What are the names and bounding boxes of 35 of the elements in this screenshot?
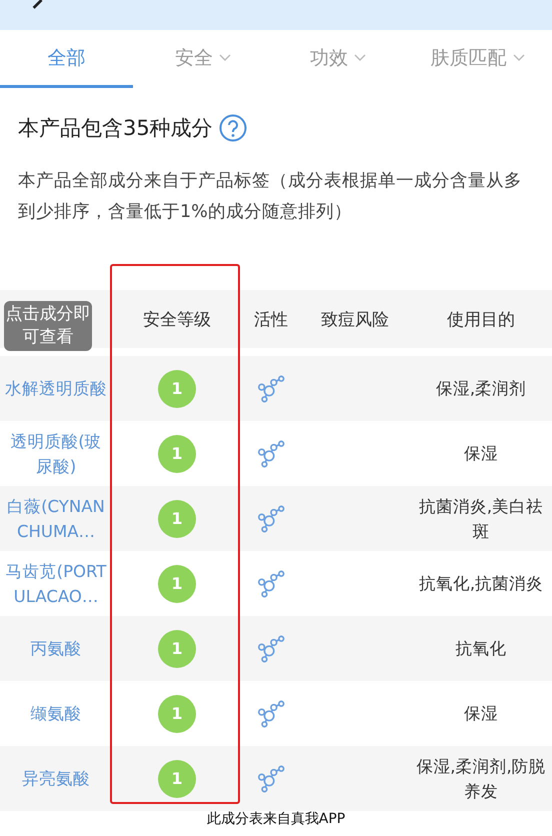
column-header: 致痘风险 (320, 308, 390, 332)
ingredient-link[interactable]: 白薇(CYNANCHUMA… (0, 494, 112, 544)
ingredient-link[interactable]: 马齿苋(PORTULACAO… (0, 558, 112, 608)
safety-badge: 1 (158, 760, 196, 798)
ingredient-link[interactable]: 丙氨酸 (26, 636, 86, 661)
purpose-text: 保湿,柔润剂 (434, 378, 528, 400)
ingredient-link[interactable]: 缬氨酸 (26, 701, 86, 726)
ingredient-link[interactable]: 水解透明质酸 (1, 376, 111, 401)
safety-badge: 1 (158, 564, 196, 602)
purpose-text: 抗氧化 (454, 638, 508, 660)
purpose-text: 保湿,柔润剂,防脱养发 (415, 756, 547, 802)
ingredient-link[interactable]: 异亮氨酸 (18, 766, 94, 791)
ingredient-link[interactable]: 透明质酸(玻尿酸) (0, 428, 112, 478)
column-header: 活性 (253, 308, 289, 332)
tab[interactable]: 全部 (0, 30, 133, 88)
safety-badge: 1 (158, 630, 196, 668)
footer-text: 此成分表来自真我APP (206, 811, 346, 828)
purpose-text: 保湿 (463, 443, 499, 465)
purpose-text: 抗氧化,抗菌消炎 (418, 573, 544, 595)
safety-badge: 1 (158, 694, 196, 732)
description-text: 本产品全部成分来自于产品标签（成分表根据单一成分含量从多到少排序，含量低于1%的成分随意排列） (18, 170, 523, 224)
purpose-text: 抗菌消炎,美白祛斑 (418, 496, 544, 542)
tab[interactable]: 安全 (133, 30, 273, 88)
safety-badge: 1 (158, 370, 196, 408)
help-icon[interactable] (218, 114, 247, 142)
safety-badge: 1 (158, 434, 196, 472)
tooltip: 点击成分即可查看 (4, 301, 92, 351)
back-icon[interactable] (30, 0, 44, 9)
tab[interactable]: 功效 (273, 30, 403, 88)
tab[interactable]: 肤质匹配 (403, 30, 552, 88)
section-title: 本产品包含35种成分 (18, 115, 213, 142)
column-header: 安全等级 (142, 308, 212, 332)
purpose-text: 保湿 (463, 703, 499, 725)
safety-badge: 1 (158, 500, 196, 538)
column-header: 使用目的 (446, 308, 516, 332)
